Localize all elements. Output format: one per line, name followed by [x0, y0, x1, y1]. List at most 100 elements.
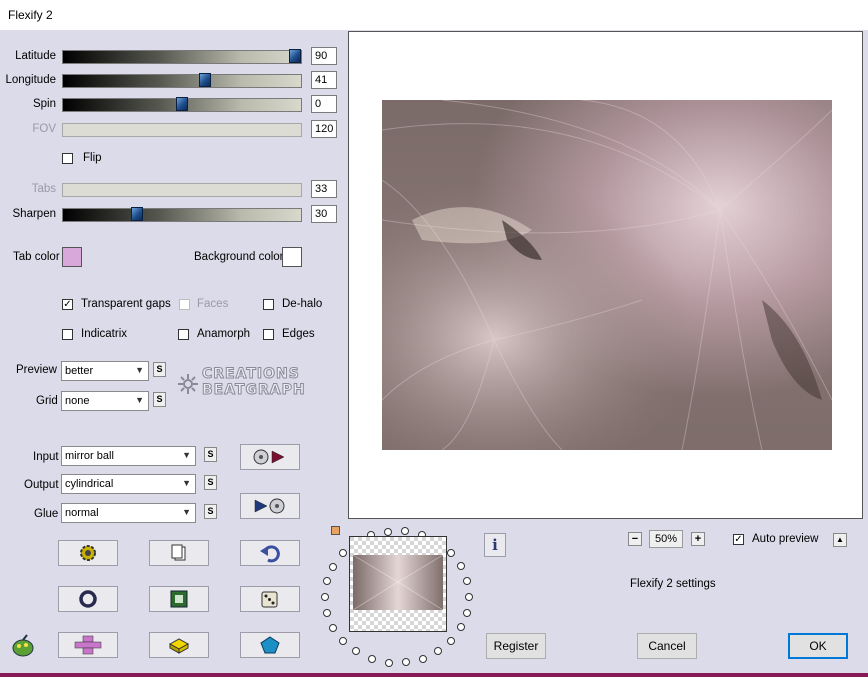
tab-wheel-dot[interactable] [352, 647, 360, 655]
tab-wheel-dot[interactable] [447, 549, 455, 557]
tab-wheel-dot[interactable] [457, 623, 465, 631]
undo-button[interactable] [240, 540, 300, 566]
tab-wheel-dot[interactable] [465, 593, 473, 601]
glue-s-button[interactable]: S [204, 504, 217, 519]
slider-thumb[interactable] [289, 49, 301, 63]
slider-thumb[interactable] [176, 97, 188, 111]
undo-icon [260, 545, 280, 563]
background-color-swatch[interactable] [282, 247, 302, 267]
tab-wheel-dot[interactable] [402, 658, 410, 666]
edges-checkbox[interactable] [263, 329, 274, 340]
slider-label-longitude: Longitude [5, 74, 56, 86]
output-s-button[interactable]: S [204, 475, 217, 490]
tab-wheel-dot[interactable] [339, 549, 347, 557]
preview-s-button[interactable]: S [153, 362, 166, 377]
slider-thumb[interactable] [131, 207, 143, 221]
slider-value-tabs[interactable]: 33 [311, 180, 337, 198]
tab-wheel-dot[interactable] [463, 577, 471, 585]
zoom-level: 50% [649, 530, 683, 548]
tab-wheel-dot[interactable] [434, 647, 442, 655]
faces-label: Faces [197, 298, 229, 310]
register-button[interactable]: Register [486, 633, 546, 659]
slider-longitude[interactable] [62, 73, 302, 88]
anamorph-checkbox[interactable] [178, 329, 189, 340]
slider-value-spin[interactable]: 0 [311, 95, 337, 113]
preview-quality-select[interactable]: better ▼ [61, 361, 149, 381]
tab-wheel-dot[interactable] [323, 609, 331, 617]
tab-wheel-dot[interactable] [384, 528, 392, 536]
ok-button[interactable]: OK [788, 633, 848, 659]
reset-button[interactable] [58, 586, 118, 612]
auto-preview-label: Auto preview [752, 533, 819, 545]
output-browse-button[interactable] [240, 493, 300, 519]
de-halo-checkbox[interactable] [263, 299, 274, 310]
tab-color-swatch[interactable] [62, 247, 82, 267]
dice-button[interactable] [240, 586, 300, 612]
flip-checkbox[interactable] [62, 153, 73, 164]
watermark-line1: CREATIONS [202, 366, 300, 383]
slider-tabs [62, 183, 302, 197]
flip-label: Flip [83, 152, 102, 164]
slider-value-latitude[interactable]: 90 [311, 47, 337, 65]
brick-icon [168, 638, 190, 654]
faces-checkbox[interactable] [179, 299, 190, 310]
collapse-toggle-button[interactable]: ▲ [833, 533, 847, 547]
watermark-line2: BEATGRAPH [202, 382, 306, 399]
output-value: cylindrical [65, 478, 114, 490]
slider-sharpen[interactable] [62, 207, 302, 222]
zoom-in-button[interactable]: + [691, 532, 705, 546]
gem-icon [260, 636, 280, 654]
tab-wheel-dot[interactable] [321, 593, 329, 601]
indicatrix-checkbox[interactable] [62, 329, 73, 340]
grid-s-button[interactable]: S [153, 392, 166, 407]
tab-wheel-dot[interactable] [457, 562, 465, 570]
tab-wheel-dot[interactable] [419, 655, 427, 663]
input-s-button[interactable]: S [204, 447, 217, 462]
output-select[interactable]: cylindrical ▼ [61, 474, 196, 494]
glue-select[interactable]: normal ▼ [61, 503, 196, 523]
tab-wheel-dot[interactable] [463, 609, 471, 617]
input-browse-button[interactable] [240, 444, 300, 470]
thumbnail-preview [349, 536, 447, 632]
grid-select[interactable]: none ▼ [61, 391, 149, 411]
cancel-button[interactable]: Cancel [637, 633, 697, 659]
polyhedron-button[interactable] [240, 632, 300, 658]
tab-wheel-dot[interactable] [339, 637, 347, 645]
info-button[interactable]: i [484, 533, 506, 557]
zoom-out-button[interactable]: − [628, 532, 642, 546]
frame-icon [170, 590, 188, 608]
input-select[interactable]: mirror ball ▼ [61, 446, 196, 466]
preview-panel[interactable] [348, 31, 863, 519]
auto-preview-checkbox[interactable]: ✓ [733, 534, 744, 545]
tab-wheel-dot[interactable] [385, 659, 393, 667]
transparent-gaps-label: Transparent gaps [81, 298, 171, 310]
edges-label: Edges [282, 328, 315, 340]
tab-wheel-dot[interactable] [329, 624, 337, 632]
slider-thumb[interactable] [199, 73, 211, 87]
tab-wheel-dot[interactable] [368, 655, 376, 663]
randomize-button[interactable] [58, 540, 118, 566]
tab-wheel-dot[interactable] [447, 637, 455, 645]
ring-icon [79, 590, 97, 608]
chevron-down-icon: ▼ [182, 507, 191, 517]
copy-button[interactable] [149, 540, 209, 566]
chevron-up-icon: ▲ [836, 535, 844, 544]
brick-button[interactable] [149, 632, 209, 658]
play-disc-icon [254, 498, 285, 514]
tab-wheel-dot[interactable] [323, 577, 331, 585]
slider-value-longitude[interactable]: 41 [311, 71, 337, 89]
dice-icon [261, 591, 278, 608]
transparent-gaps-checkbox[interactable]: ✓ [62, 299, 73, 310]
slider-spin[interactable] [62, 97, 302, 112]
slider-value-fov[interactable]: 120 [311, 120, 337, 138]
tab-wheel-dot[interactable] [329, 563, 337, 571]
preview-quality-value: better [65, 365, 94, 377]
slider-latitude[interactable] [62, 49, 302, 64]
tabs-button[interactable] [58, 632, 118, 658]
tab-wheel-dot[interactable] [401, 527, 409, 535]
taskbar-strip [0, 673, 868, 677]
slider-label-fov: FOV [32, 123, 56, 135]
title-bar: Flexify 2 [0, 0, 868, 30]
frame-button[interactable] [149, 586, 209, 612]
slider-value-sharpen[interactable]: 30 [311, 205, 337, 223]
